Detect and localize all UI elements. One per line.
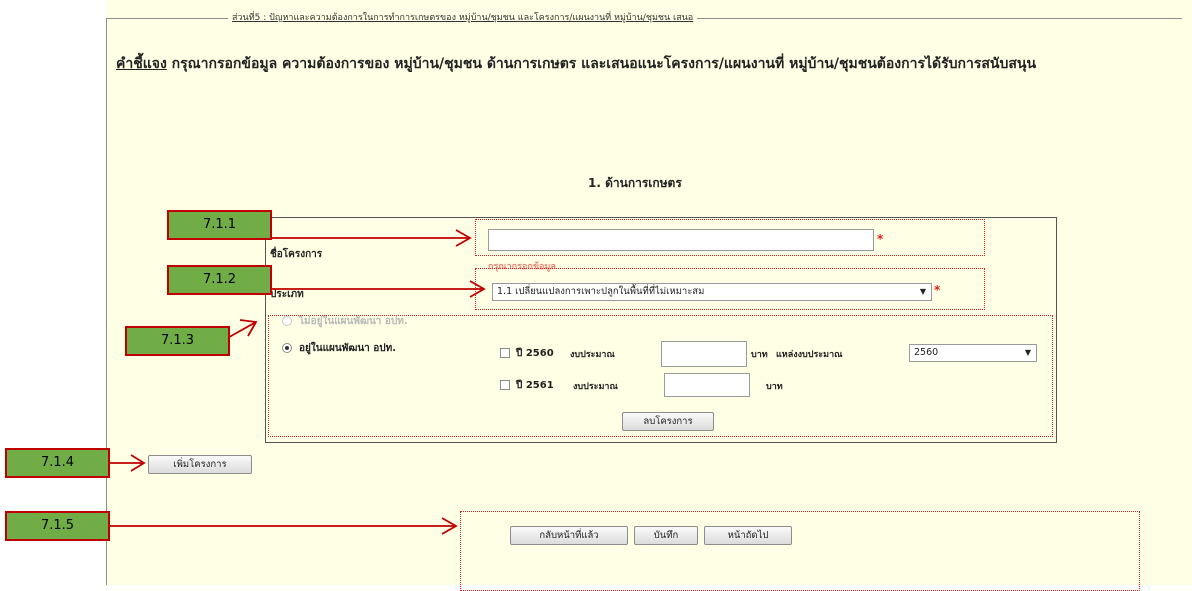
callout-7-1-4: 7.1.4 bbox=[5, 448, 110, 478]
callout-7-1-2: 7.1.2 bbox=[167, 265, 272, 295]
callout-7-1-1: 7.1.1 bbox=[167, 210, 272, 240]
callout-7-1-3: 7.1.3 bbox=[125, 326, 230, 356]
callout-7-1-5: 7.1.5 bbox=[5, 511, 110, 541]
